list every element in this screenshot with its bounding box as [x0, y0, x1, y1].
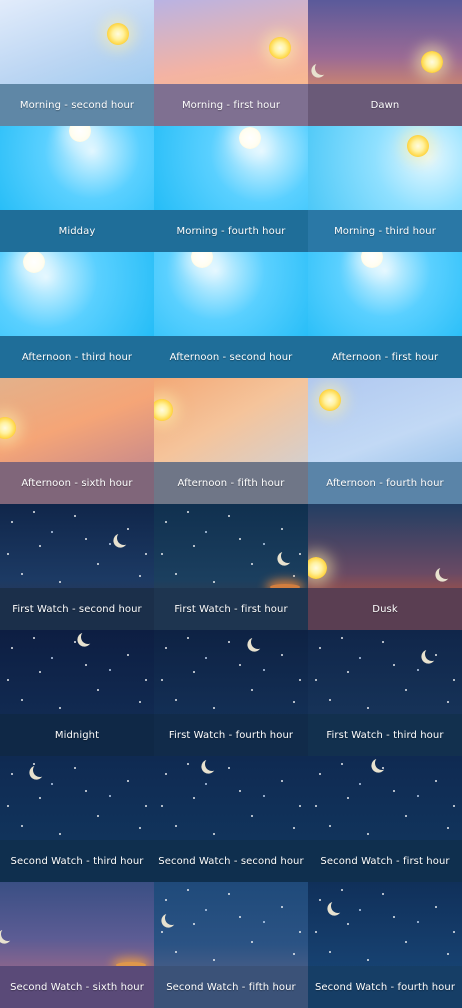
stars-decoration: [308, 630, 462, 720]
tile-label-bar: Midnight: [0, 714, 154, 756]
tile-label: Morning - second hour: [19, 99, 135, 111]
time-tile-morning4[interactable]: Morning - fourth hour: [154, 126, 308, 252]
tile-label: Afternoon - fifth hour: [177, 477, 285, 489]
stars-decoration: [308, 756, 462, 846]
tile-label: Second Watch - fourth hour: [314, 981, 456, 993]
tile-label-bar: Second Watch - second hour: [154, 840, 308, 882]
tile-label-bar: Second Watch - fifth hour: [154, 966, 308, 1008]
time-tile-fw1[interactable]: First Watch - first hour: [154, 504, 308, 630]
tile-label-bar: Morning - fourth hour: [154, 210, 308, 252]
sun-icon: [319, 389, 341, 411]
stars-decoration: [0, 630, 154, 720]
tile-label: Afternoon - third hour: [21, 351, 133, 363]
time-tile-dusk[interactable]: Dusk: [308, 504, 462, 630]
tile-label-bar: Morning - first hour: [154, 84, 308, 126]
tile-label: Second Watch - second hour: [158, 855, 304, 867]
tile-label: Afternoon - sixth hour: [21, 477, 133, 489]
time-tile-sw2[interactable]: Second Watch - second hour: [154, 756, 308, 882]
tile-label: First Watch - first hour: [174, 603, 288, 615]
stars-decoration: [154, 882, 308, 972]
time-tile-midnight[interactable]: Midnight: [0, 630, 154, 756]
time-of-day-grid: Morning - second hour Morning - first hou…: [0, 0, 462, 1008]
tile-label-bar: Dusk: [308, 588, 462, 630]
tile-label-bar: Afternoon - fourth hour: [308, 462, 462, 504]
tile-label-bar: Afternoon - sixth hour: [0, 462, 154, 504]
sun-icon: [407, 135, 429, 157]
tile-label: First Watch - fourth hour: [168, 729, 294, 741]
time-tile-sw5[interactable]: Second Watch - fifth hour: [154, 882, 308, 1008]
tile-label-bar: Dawn: [308, 84, 462, 126]
tile-label: Second Watch - first hour: [320, 855, 450, 867]
tile-label: Dusk: [372, 603, 398, 615]
time-tile-dawn[interactable]: Dawn: [308, 0, 462, 126]
tile-label: Dawn: [370, 99, 400, 111]
tile-label-bar: Afternoon - fifth hour: [154, 462, 308, 504]
tile-label: Afternoon - second hour: [169, 351, 293, 363]
stars-decoration: [154, 756, 308, 846]
stars-decoration: [0, 504, 154, 594]
tile-label-bar: Afternoon - second hour: [154, 336, 308, 378]
tile-label-bar: First Watch - third hour: [308, 714, 462, 756]
tile-label: Morning - third hour: [334, 225, 436, 237]
time-tile-morning2[interactable]: Morning - second hour: [0, 0, 154, 126]
tile-label: Morning - fourth hour: [176, 225, 286, 237]
time-tile-afternoon5[interactable]: Afternoon - fifth hour: [154, 378, 308, 504]
time-tile-afternoon6[interactable]: Afternoon - sixth hour: [0, 378, 154, 504]
sun-icon: [421, 51, 443, 73]
stars-decoration: [308, 882, 462, 972]
sun-icon: [269, 37, 291, 59]
time-tile-fw3[interactable]: First Watch - third hour: [308, 630, 462, 756]
stars-decoration: [0, 756, 154, 846]
tile-label: Afternoon - first hour: [331, 351, 439, 363]
stars-decoration: [154, 630, 308, 720]
tile-label-bar: Afternoon - third hour: [0, 336, 154, 378]
tile-label: Second Watch - third hour: [10, 855, 144, 867]
time-tile-afternoon3[interactable]: Afternoon - third hour: [0, 252, 154, 378]
sun-icon: [23, 252, 45, 273]
tile-label-bar: Morning - third hour: [308, 210, 462, 252]
time-tile-sw6[interactable]: Second Watch - sixth hour: [0, 882, 154, 1008]
tile-label-bar: Second Watch - fourth hour: [308, 966, 462, 1008]
tile-label: Afternoon - fourth hour: [326, 477, 444, 489]
tile-label: Morning - first hour: [181, 99, 281, 111]
sun-icon: [107, 23, 129, 45]
time-tile-afternoon4[interactable]: Afternoon - fourth hour: [308, 378, 462, 504]
tile-label-bar: Second Watch - first hour: [308, 840, 462, 882]
time-tile-morning3[interactable]: Morning - third hour: [308, 126, 462, 252]
tile-label-bar: Afternoon - first hour: [308, 336, 462, 378]
time-tile-fw2[interactable]: First Watch - second hour: [0, 504, 154, 630]
tile-label-bar: First Watch - first hour: [154, 588, 308, 630]
tile-label-bar: Second Watch - third hour: [0, 840, 154, 882]
time-tile-morning1[interactable]: Morning - first hour: [154, 0, 308, 126]
tile-label: Midday: [58, 225, 96, 237]
tile-label: First Watch - second hour: [12, 603, 142, 615]
time-tile-afternoon2[interactable]: Afternoon - second hour: [154, 252, 308, 378]
tile-label-bar: Morning - second hour: [0, 84, 154, 126]
time-tile-fw4[interactable]: First Watch - fourth hour: [154, 630, 308, 756]
tile-label-bar: Midday: [0, 210, 154, 252]
time-tile-afternoon1[interactable]: Afternoon - first hour: [308, 252, 462, 378]
tile-label-bar: First Watch - fourth hour: [154, 714, 308, 756]
tile-label: First Watch - third hour: [326, 729, 444, 741]
time-tile-sw3[interactable]: Second Watch - third hour: [0, 756, 154, 882]
tile-label: Second Watch - sixth hour: [10, 981, 144, 993]
tile-label-bar: Second Watch - sixth hour: [0, 966, 154, 1008]
tile-label: Second Watch - fifth hour: [166, 981, 296, 993]
time-tile-sw4[interactable]: Second Watch - fourth hour: [308, 882, 462, 1008]
tile-label-bar: First Watch - second hour: [0, 588, 154, 630]
time-tile-midday[interactable]: Midday: [0, 126, 154, 252]
time-tile-sw1[interactable]: Second Watch - first hour: [308, 756, 462, 882]
tile-label: Midnight: [54, 729, 100, 741]
sun-icon: [239, 127, 261, 149]
